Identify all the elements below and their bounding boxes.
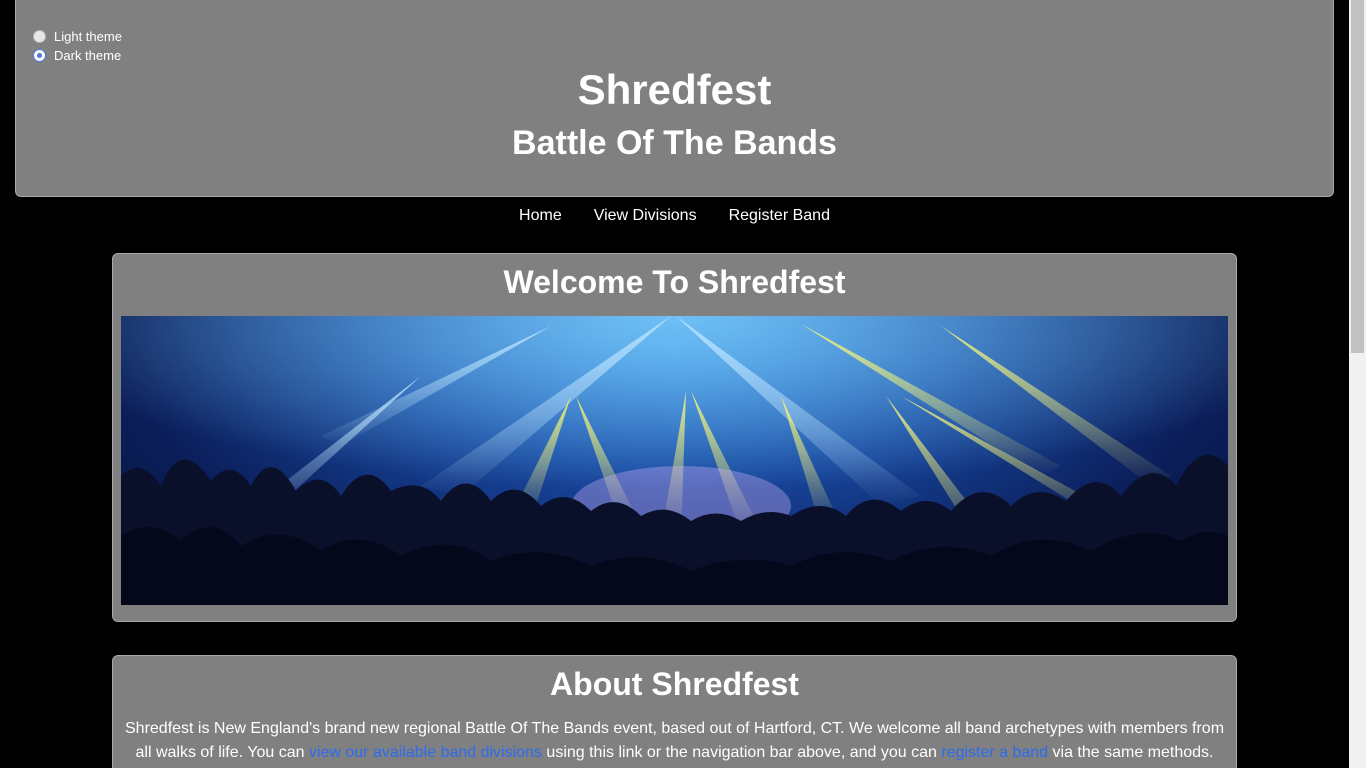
scrollbar-thumb[interactable] [1351,0,1364,353]
site-title: Shredfest [577,66,772,113]
view-divisions-link[interactable]: view our available band divisions [309,744,542,761]
welcome-card: Welcome To Shredfest [112,253,1237,622]
concert-hero-image [121,316,1228,605]
dark-theme-radio[interactable] [33,49,46,62]
light-theme-radio[interactable] [33,30,46,43]
dark-theme-label[interactable]: Dark theme [54,48,121,63]
about-text: Shredfest is New England's brand new reg… [125,717,1224,768]
nav-register-link[interactable]: Register Band [729,207,830,225]
about-text-part-2: using this link or the navigation bar ab… [541,744,942,761]
theme-switch: Light theme Dark theme [33,27,122,65]
nav-home-link[interactable]: Home [519,207,562,225]
light-theme-label[interactable]: Light theme [54,29,122,44]
welcome-heading: Welcome To Shredfest [503,264,846,300]
nav-divisions-link[interactable]: View Divisions [594,207,697,225]
site-subtitle: Battle Of The Bands [512,124,837,162]
page-scrollbar[interactable] [1349,0,1366,768]
register-band-link[interactable]: register a band [941,744,1048,761]
about-heading: About Shredfest [550,666,799,702]
concert-illustration [121,316,1228,605]
dark-theme-option[interactable]: Dark theme [33,46,122,65]
page: Light theme Dark theme Shredfest Battle … [0,0,1349,768]
main-nav: Home View Divisions Register Band [0,207,1349,225]
site-header: Light theme Dark theme Shredfest Battle … [15,0,1334,197]
about-card: About Shredfest Shredfest is New England… [112,655,1237,768]
light-theme-option[interactable]: Light theme [33,27,122,46]
